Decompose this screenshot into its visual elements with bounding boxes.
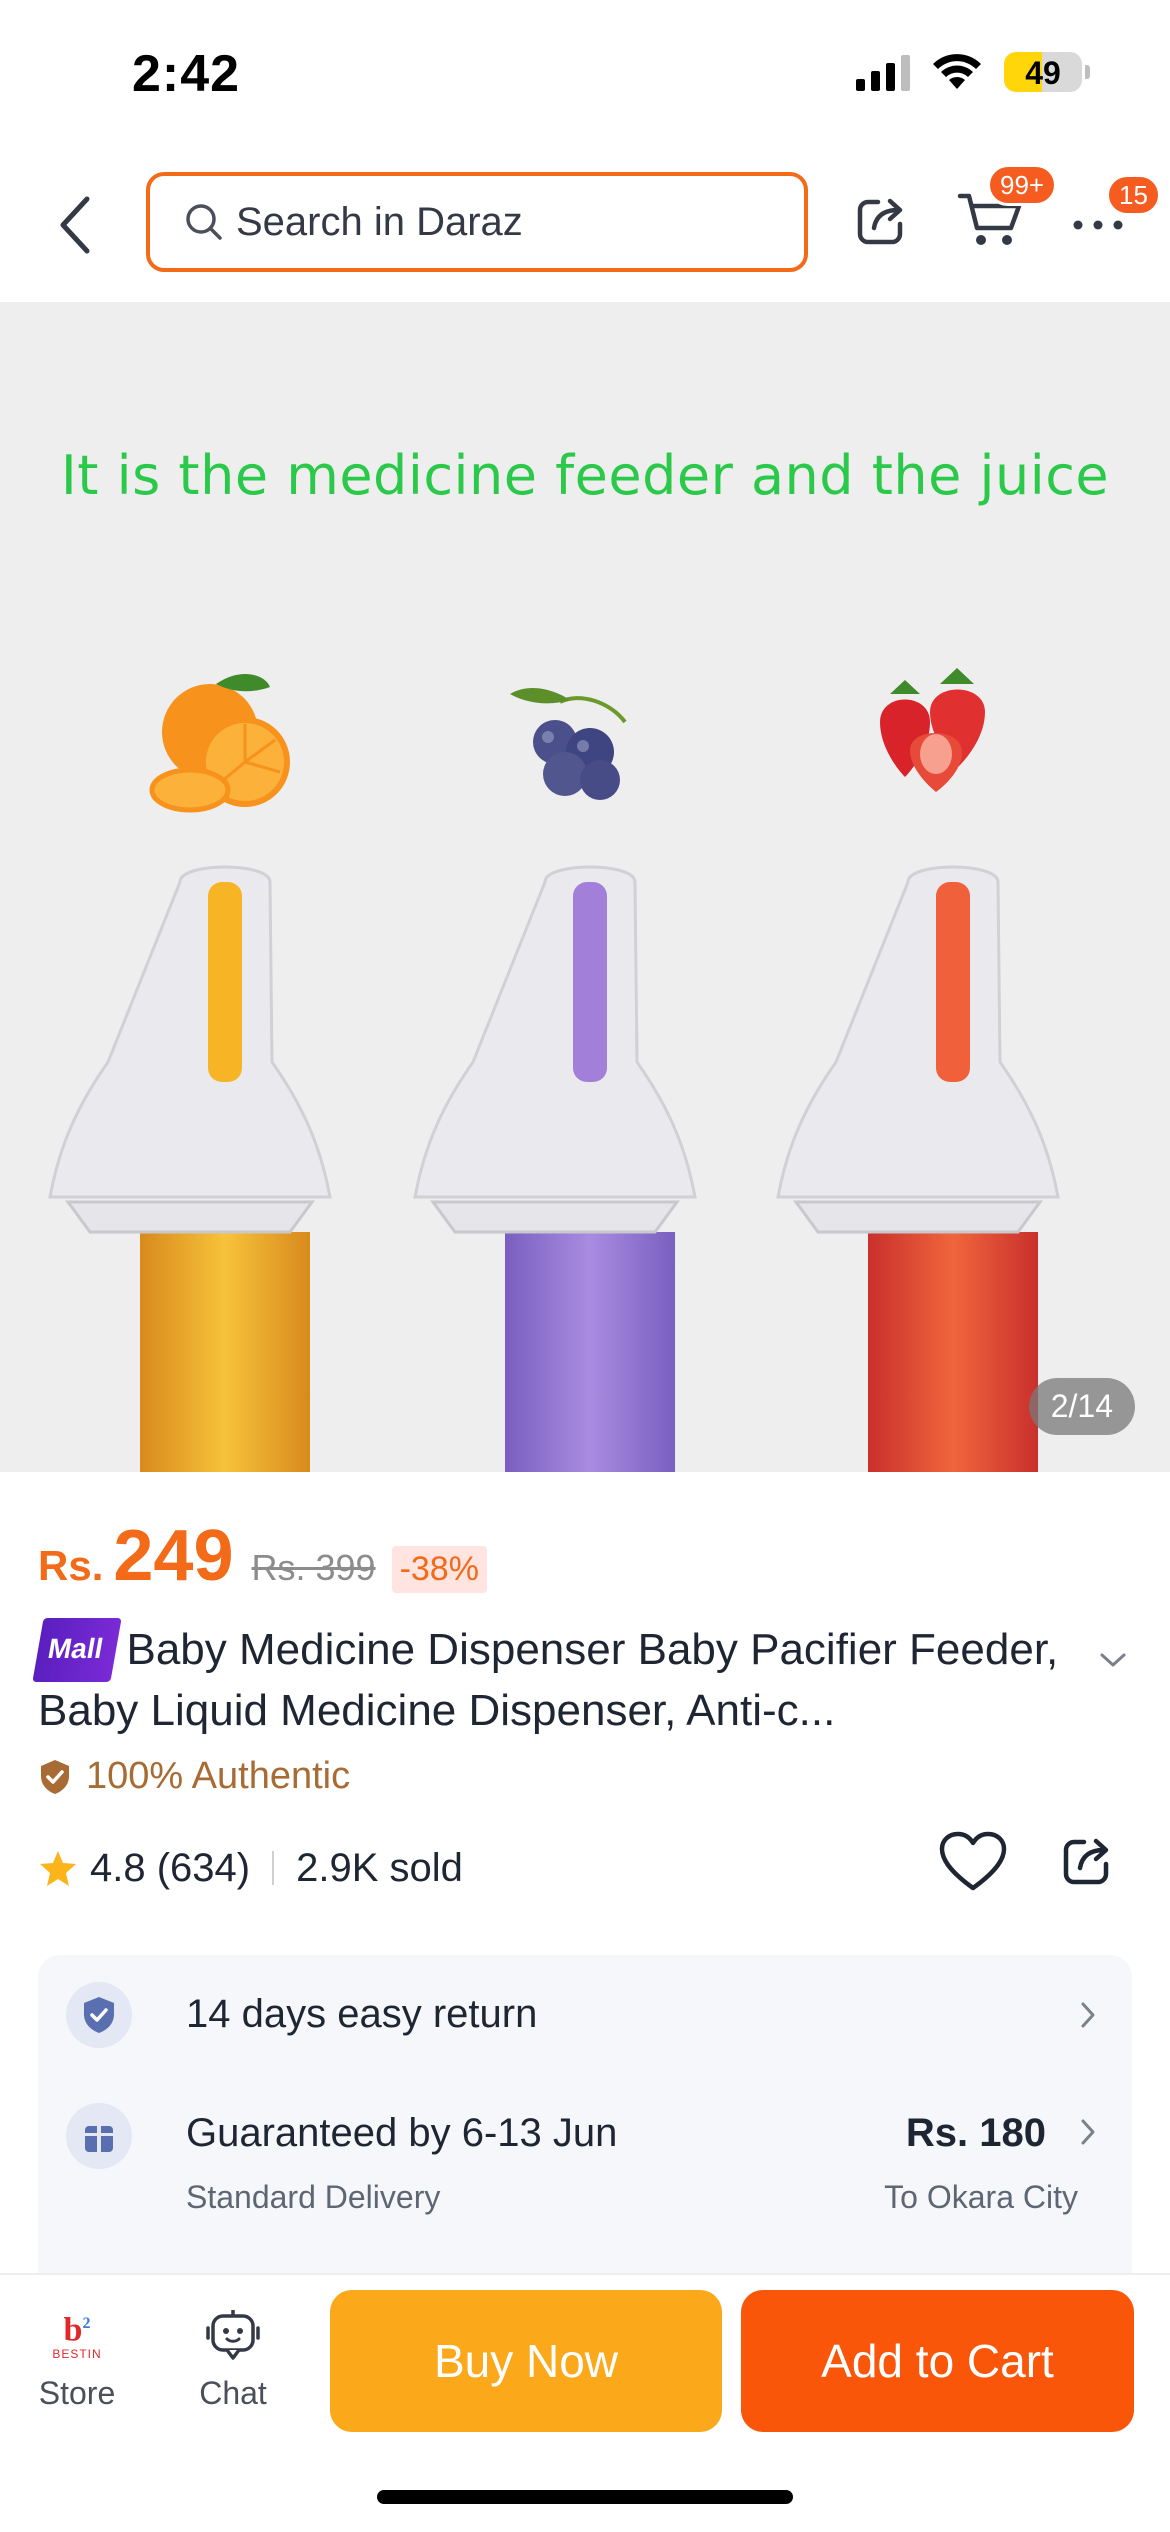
share-icon bbox=[857, 198, 903, 245]
return-icon-wrap bbox=[66, 1982, 132, 2048]
heart-icon bbox=[939, 1831, 1007, 1891]
product-title[interactable]: Mall Baby Medicine Dispenser Baby Pacifie… bbox=[32, 1618, 1078, 1740]
cart-badge: 99+ bbox=[987, 164, 1058, 206]
discount-badge: -38% bbox=[391, 1546, 487, 1593]
dispenser-red bbox=[776, 865, 1060, 1472]
battery-level: 49 bbox=[1025, 55, 1061, 91]
sold-count: 2.9K sold bbox=[296, 1845, 463, 1890]
delivery-row[interactable]: Guaranteed by 6-13 Jun Standard Delivery… bbox=[66, 2103, 1106, 2223]
chevron-down-icon bbox=[1100, 1653, 1126, 1667]
top-nav: Search in Daraz 99+ 15 bbox=[0, 150, 1170, 302]
expand-title-button[interactable] bbox=[1098, 1650, 1128, 1675]
chevron-right-icon bbox=[1081, 2002, 1095, 2028]
signal-icon bbox=[856, 53, 910, 91]
dispenser-orange bbox=[48, 865, 332, 1472]
product-share-button[interactable] bbox=[1060, 1832, 1116, 1893]
authentic-text: 100% Authentic bbox=[86, 1755, 351, 1797]
store-logo-text: BESTIN bbox=[52, 2347, 102, 2362]
price-row: Rs. 249 Rs. 399 -38% bbox=[38, 1515, 487, 1597]
authentic-label: 100% Authentic bbox=[38, 1755, 350, 1798]
service-info-card: 14 days easy return Guaranteed by 6-13 J… bbox=[38, 1955, 1132, 2275]
return-policy-text: 14 days easy return bbox=[186, 1992, 538, 2036]
page-indicator: 2/14 bbox=[1028, 1378, 1135, 1435]
mall-badge: Mall bbox=[32, 1618, 123, 1682]
shield-check-icon bbox=[84, 1997, 114, 2033]
product-image bbox=[48, 668, 1060, 1472]
more-badge: 15 bbox=[1106, 174, 1161, 216]
strawberry-fruit-icon bbox=[880, 668, 985, 792]
status-icons: 49 bbox=[856, 52, 1090, 92]
return-policy-row[interactable]: 14 days easy return bbox=[66, 1982, 1106, 2048]
delivery-title: Guaranteed by 6-13 Jun bbox=[186, 2111, 618, 2155]
back-arrow-icon bbox=[60, 196, 90, 254]
store-label: Store bbox=[38, 2375, 116, 2411]
chevron-right-icon bbox=[1081, 2119, 1095, 2145]
more-icon bbox=[1073, 220, 1123, 230]
store-logo-icon: b2 BESTIN bbox=[52, 2311, 102, 2362]
delivery-type: Standard Delivery bbox=[186, 2179, 441, 2215]
delivery-price: Rs. 180 bbox=[905, 2111, 1046, 2155]
search-input[interactable]: Search in Daraz bbox=[146, 172, 808, 272]
rating-row[interactable]: 4.8 (634) 2.9K sold bbox=[38, 1840, 463, 1896]
status-bar: 2:42 49 bbox=[0, 0, 1170, 150]
star-icon bbox=[40, 1851, 76, 1886]
store-button[interactable]: b2 BESTIN Store bbox=[22, 2303, 132, 2412]
wifi-icon bbox=[933, 54, 981, 89]
product-title-text: Baby Medicine Dispenser Baby Pacifier Fe… bbox=[38, 1625, 1059, 1735]
product-image-gallery[interactable]: It is the medicine feeder and the juice bbox=[0, 302, 1170, 1472]
price-currency: Rs. bbox=[38, 1542, 104, 1589]
rating-text: 4.8 (634) bbox=[90, 1845, 251, 1890]
chat-label: Chat bbox=[199, 2375, 267, 2411]
gift-box-icon bbox=[85, 2126, 113, 2152]
chat-bot-icon bbox=[206, 2310, 260, 2360]
search-placeholder: Search in Daraz bbox=[236, 199, 523, 244]
grape-fruit-icon bbox=[510, 687, 627, 800]
search-icon bbox=[186, 204, 222, 240]
delivery-location: To Okara City bbox=[884, 2179, 1078, 2215]
status-time: 2:42 bbox=[132, 45, 241, 103]
price-current: 249 bbox=[113, 1516, 234, 1596]
delivery-icon-wrap bbox=[66, 2103, 132, 2169]
wishlist-button[interactable] bbox=[938, 1830, 1008, 1899]
back-button[interactable] bbox=[40, 190, 110, 260]
cart-button[interactable]: 99+ bbox=[955, 164, 1058, 254]
more-button[interactable]: 15 bbox=[1068, 174, 1161, 250]
divider bbox=[272, 1851, 275, 1885]
add-to-cart-button[interactable]: Add to Cart bbox=[741, 2290, 1134, 2432]
orange-fruit-icon bbox=[149, 673, 290, 813]
buy-now-button[interactable]: Buy Now bbox=[330, 2290, 722, 2432]
chat-button[interactable]: Chat bbox=[178, 2303, 288, 2412]
share-icon bbox=[1063, 1838, 1109, 1885]
home-indicator[interactable] bbox=[377, 2490, 793, 2504]
price-original: Rs. 399 bbox=[251, 1547, 376, 1588]
dispenser-purple bbox=[413, 865, 697, 1472]
shield-check-icon bbox=[41, 1759, 69, 1794]
share-button[interactable] bbox=[852, 190, 912, 250]
battery-icon: 49 bbox=[1004, 52, 1090, 92]
